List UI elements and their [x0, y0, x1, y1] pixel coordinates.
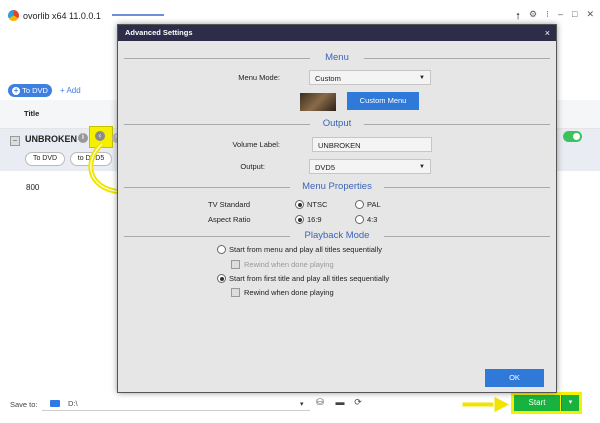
menu-icon[interactable]: ⁝: [546, 9, 549, 25]
maximize-icon[interactable]: □: [572, 9, 577, 25]
output-value: DVD5: [315, 163, 336, 172]
custom-menu-button[interactable]: Custom Menu: [347, 92, 419, 110]
item-value: 800: [26, 183, 40, 192]
divider: [124, 124, 310, 125]
rewind-label-2: Rewind when done playing: [244, 288, 334, 297]
save-path-field[interactable]: D:\: [42, 396, 310, 411]
folder-icon: [50, 399, 60, 407]
divider: [384, 236, 550, 237]
to-dvd-label: To DVD: [22, 86, 48, 95]
divider: [124, 236, 290, 237]
dialog-title-bar: Advanced Settings ×: [118, 25, 556, 41]
output-label: Output:: [240, 162, 265, 171]
close-icon[interactable]: ×: [545, 25, 550, 41]
rewind-checkbox-1[interactable]: [231, 260, 240, 269]
title-column-header: Title: [24, 109, 40, 118]
menu-properties-section-header: Menu Properties: [118, 181, 556, 193]
playback-menu-radio[interactable]: [217, 245, 226, 254]
app-title-bar: ovorlib x64 11.0.0.1: [8, 10, 101, 21]
output-select[interactable]: DVD5 ▼: [309, 159, 431, 174]
app-logo-icon: [8, 10, 19, 21]
aspect-16-9-radio[interactable]: [295, 215, 304, 224]
aspect-16-9-label: 16:9: [307, 215, 322, 224]
iso-icon[interactable]: ⛁: [314, 397, 326, 409]
section-title: Menu: [325, 52, 349, 63]
volume-label-input[interactable]: UNBROKEN: [312, 137, 432, 152]
close-icon[interactable]: ✕: [586, 9, 594, 25]
menu-mode-value: Custom: [315, 74, 341, 83]
rewind-label-1: Rewind when done playing: [244, 260, 334, 269]
straight-arrow-annotation: [461, 395, 512, 414]
volume-label-label: Volume Label:: [232, 140, 280, 149]
minimize-icon[interactable]: –: [558, 9, 563, 25]
add-button[interactable]: + Add: [60, 86, 81, 95]
ntsc-label: NTSC: [307, 200, 328, 209]
rewind-checkbox-2[interactable]: [231, 288, 240, 297]
dialog-title: Advanced Settings: [125, 28, 193, 37]
upgrade-icon[interactable]: 🠕: [516, 9, 520, 25]
section-title: Playback Mode: [304, 230, 370, 241]
aspect-4-3-label: 4:3: [367, 215, 378, 224]
plus-icon: +: [12, 85, 21, 95]
menu-mode-label: Menu Mode:: [238, 73, 280, 82]
divider: [364, 124, 550, 125]
save-to-label: Save to:: [10, 400, 38, 409]
pal-radio[interactable]: [355, 200, 364, 209]
ntsc-radio[interactable]: [295, 200, 304, 209]
playback-first-title-label: Start from first title and play all titl…: [229, 274, 390, 283]
chevron-down-icon: ▼: [419, 164, 425, 170]
toggle-switch[interactable]: [563, 131, 582, 142]
menu-mode-select[interactable]: Custom ▼: [309, 70, 431, 85]
menu-section-header: Menu: [118, 52, 556, 64]
aspect-ratio-label: Aspect Ratio: [208, 215, 251, 224]
output-section-header: Output: [118, 118, 556, 130]
format-pill[interactable]: To DVD: [25, 152, 65, 166]
refresh-icon[interactable]: ⟳: [352, 397, 364, 409]
aspect-4-3-radio[interactable]: [355, 215, 364, 224]
ok-button[interactable]: OK: [485, 369, 544, 387]
start-button[interactable]: Start: [514, 395, 560, 411]
advanced-settings-dialog: Advanced Settings × Menu Menu Mode: Cust…: [117, 24, 557, 393]
save-path-value: D:\: [68, 398, 78, 408]
divider: [364, 58, 550, 59]
chevron-down-icon: ▼: [419, 75, 425, 81]
playback-first-title-radio[interactable]: [217, 274, 226, 283]
chevron-down-icon[interactable]: ▾: [300, 400, 304, 408]
menu-thumbnail: [300, 93, 336, 111]
tab-indicator: [112, 14, 164, 16]
window-controls: 🠕 ⚙ ⁝ – □ ✕: [516, 9, 594, 25]
tv-standard-label: TV Standard: [208, 200, 251, 209]
settings-icon[interactable]: ⚙: [529, 9, 537, 25]
pal-label: PAL: [367, 200, 381, 209]
to-dvd-button[interactable]: + To DVD: [8, 84, 52, 97]
playback-mode-section-header: Playback Mode: [118, 230, 556, 242]
playback-menu-label: Start from menu and play all titles sequ…: [229, 245, 382, 254]
section-title: Menu Properties: [302, 181, 372, 192]
divider: [384, 187, 550, 188]
open-folder-icon[interactable]: ▬: [334, 397, 346, 409]
section-title: Output: [322, 118, 352, 129]
divider: [124, 187, 290, 188]
chevron-down-icon[interactable]: ▾: [561, 395, 579, 411]
collapse-icon[interactable]: −: [10, 136, 20, 146]
item-title: UNBROKEN: [25, 134, 78, 144]
app-title: ovorlib x64 11.0.0.1: [23, 10, 101, 21]
divider: [124, 58, 310, 59]
